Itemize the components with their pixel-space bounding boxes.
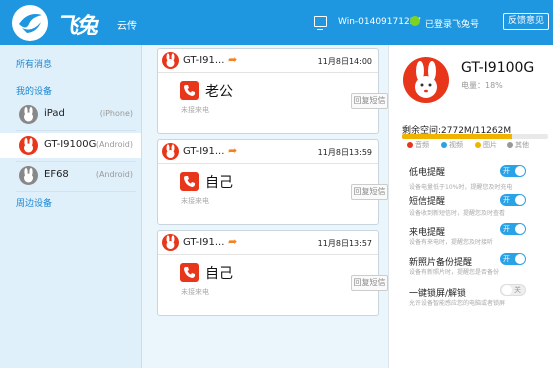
caller-name: 自己 <box>205 175 233 191</box>
message-card[interactable]: GT-I91... ➦ 11月8日14:00 老公 未接来电 回复短信 <box>157 48 388 134</box>
legend-label: 其他 <box>515 141 529 149</box>
rabbit-avatar-icon <box>403 57 449 103</box>
missed-call-label: 未接来电 <box>181 106 209 114</box>
divider <box>16 130 136 131</box>
legend-other: 其他 <box>507 140 529 150</box>
phone-icon <box>180 81 199 100</box>
toggle-label: 开 <box>503 167 510 175</box>
setting-desc: 设备有新照片时，提醒您是否备份 <box>409 269 500 276</box>
incoming-call-toggle[interactable]: 开 <box>500 223 526 235</box>
message-card[interactable]: GT-I91... ➦ 11月8日13:57 自己 未接来电 回复短信 <box>157 230 388 316</box>
divider <box>16 191 136 192</box>
phone-icon <box>180 263 199 282</box>
sender-name: GT-I91... <box>183 237 225 248</box>
divider <box>158 72 378 73</box>
sidebar-item-ipad[interactable]: iPad (iPhone) <box>0 102 141 127</box>
device-type: (iPhone) <box>99 109 133 118</box>
low-battery-toggle[interactable]: 开 <box>500 165 526 177</box>
battery-level: 电量：18% <box>461 81 503 90</box>
incoming-arrow-icon: ➦ <box>228 235 238 248</box>
pc-name: Win-01409171227 <box>338 17 422 27</box>
toggle-label: 开 <box>503 196 510 204</box>
setting-desc: 设备电量低于10%时，提醒您及时充电 <box>409 184 513 191</box>
toggle-label: 开 <box>503 255 510 263</box>
missed-call-label: 未接来电 <box>181 197 209 205</box>
storage-bar <box>402 134 548 139</box>
brand-logo-text: 飞兔 <box>56 13 98 39</box>
reply-sms-button[interactable]: 回复短信 <box>351 93 388 109</box>
feedback-button[interactable]: 反馈意见 <box>503 13 549 30</box>
device-name: GT-I9100G <box>44 139 97 150</box>
device-model: GT-I9100G <box>461 60 535 76</box>
toggle-label: 关 <box>514 286 521 294</box>
message-list: GT-I91... ➦ 11月8日14:00 老公 未接来电 回复短信 GT-I… <box>142 45 388 368</box>
storage-bar-fill <box>402 134 513 139</box>
legend-label: 音频 <box>415 141 429 149</box>
phone-icon <box>180 172 199 191</box>
other-swatch-icon <box>507 142 513 148</box>
setting-desc: 允许设备智能感应您的电脑或者锁屏 <box>409 300 506 307</box>
video-swatch-icon <box>441 142 447 148</box>
reply-sms-button[interactable]: 回复短信 <box>351 275 388 291</box>
device-avatar-icon <box>19 136 38 155</box>
sidebar-item-ef68[interactable]: EF68 (Android) <box>0 163 141 188</box>
setting-desc: 设备有来电时，提醒您及时接听 <box>409 239 494 246</box>
rabbit-avatar-icon <box>162 234 179 251</box>
incoming-arrow-icon: ➦ <box>228 144 238 157</box>
message-card[interactable]: GT-I91... ➦ 11月8日13:59 自己 未接来电 回复短信 <box>157 139 388 225</box>
logo-icon <box>12 5 48 41</box>
product-name: 云传 <box>117 21 137 32</box>
legend-label: 视频 <box>449 141 463 149</box>
legend-label: 图片 <box>483 141 497 149</box>
message-date: 11月8日13:57 <box>317 239 372 248</box>
link-icon <box>410 16 420 26</box>
device-name: EF68 <box>44 169 69 180</box>
sidebar-item-gt-i9100g[interactable]: GT-I9100G (Android) <box>0 133 141 158</box>
audio-swatch-icon <box>407 142 413 148</box>
message-date: 11月8日14:00 <box>317 57 372 66</box>
caller-name: 老公 <box>205 84 233 100</box>
nearby-devices-link[interactable]: 周边设备 <box>16 196 52 209</box>
device-type: (Android) <box>95 140 133 149</box>
photo-backup-toggle[interactable]: 开 <box>500 253 526 265</box>
device-panel: GT-I9100G 电量：18% 剩余空间:2772M/11262M 音频 视频… <box>388 45 553 368</box>
caller-name: 自己 <box>205 266 233 282</box>
sender-name: GT-I91... <box>183 55 225 66</box>
device-name: iPad <box>44 108 65 119</box>
device-type: (Android) <box>95 170 133 179</box>
divider <box>16 161 136 162</box>
legend-audio: 音频 <box>407 140 429 150</box>
login-status-link[interactable]: 已登录飞兔号 <box>425 17 479 30</box>
message-date: 11月8日13:59 <box>317 148 372 157</box>
missed-call-label: 未接来电 <box>181 288 209 296</box>
all-messages-link[interactable]: 所有消息 <box>16 57 52 70</box>
setting-title: 短信提醒 <box>409 197 446 207</box>
reply-sms-button[interactable]: 回复短信 <box>351 184 388 200</box>
rabbit-avatar-icon <box>162 143 179 160</box>
legend-video: 视频 <box>441 140 463 150</box>
app-header: 飞兔 云传 Win-01409171227 已登录飞兔号 反馈意见 <box>0 0 553 45</box>
incoming-arrow-icon: ➦ <box>228 53 238 66</box>
setting-title: 低电提醒 <box>409 168 446 178</box>
sender-name: GT-I91... <box>183 146 225 157</box>
sms-toggle[interactable]: 开 <box>500 194 526 206</box>
my-devices-heading: 我的设备 <box>16 87 53 97</box>
device-avatar-icon <box>19 166 38 185</box>
device-avatar-icon <box>19 105 38 124</box>
sidebar: 所有消息 我的设备 iPad (iPhone) GT-I9100G (Andro… <box>0 45 142 368</box>
rabbit-avatar-icon <box>162 52 179 69</box>
computer-icon <box>314 16 327 30</box>
divider <box>158 163 378 164</box>
image-swatch-icon <box>475 142 481 148</box>
setting-desc: 设备收到新短信时，提醒您及时查看 <box>409 210 506 217</box>
lock-screen-toggle[interactable]: 关 <box>500 284 526 296</box>
legend-image: 图片 <box>475 140 497 150</box>
divider <box>158 254 378 255</box>
toggle-label: 开 <box>503 225 510 233</box>
